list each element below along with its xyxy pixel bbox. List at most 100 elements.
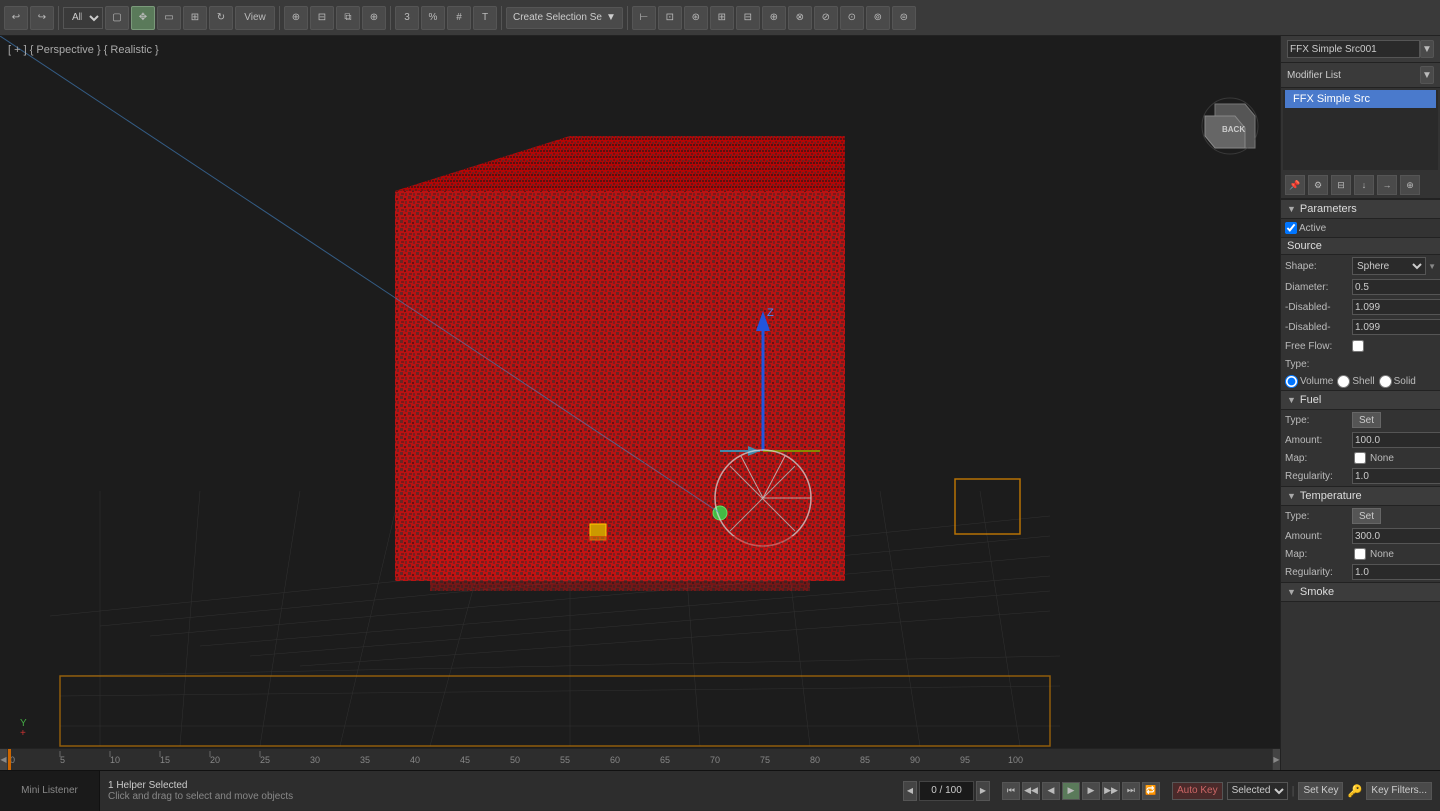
object-name-dropdown[interactable]: ▼ [1420,40,1434,58]
tool-r3[interactable]: ⊛ [684,6,708,30]
disabled2-input[interactable] [1352,319,1440,335]
panel-icon-paste[interactable]: ↓ [1354,175,1374,195]
fuel-set-button[interactable]: Set [1352,412,1381,428]
navigation-cube[interactable]: BACK [1200,96,1260,156]
mini-listener[interactable]: Mini Listener [0,771,100,811]
parameters-collapse[interactable]: ▼ [1287,204,1296,214]
frame-next[interactable]: ▶ [976,781,990,801]
fuel-amount-input[interactable] [1352,432,1440,448]
mode-select[interactable]: All [63,7,103,29]
diameter-input[interactable] [1352,279,1440,295]
smoke-collapse[interactable]: ▼ [1287,587,1296,597]
svg-text:15: 15 [160,755,170,765]
temp-regularity-input[interactable] [1352,564,1440,580]
select-tool[interactable]: ▢ [105,6,129,30]
move-tool[interactable]: ✥ [131,6,155,30]
fuel-regularity-input[interactable] [1352,468,1440,484]
type-shell-label[interactable]: Shell [1337,375,1374,388]
panel-icon-pin[interactable]: 📌 [1285,175,1305,195]
tool-r9[interactable]: ⊙ [840,6,864,30]
tool-3[interactable]: 3 [395,6,419,30]
tool-r4[interactable]: ⊞ [710,6,734,30]
play-prev-frame[interactable]: ◀ [1042,782,1060,800]
type-solid-label[interactable]: Solid [1379,375,1416,388]
temp-map-checkbox[interactable] [1354,548,1366,560]
temperature-collapse[interactable]: ▼ [1287,491,1296,501]
disabled1-input[interactable] [1352,299,1440,315]
fuel-map-checkbox[interactable] [1354,452,1366,464]
svg-text:75: 75 [760,755,770,765]
type-volume-label[interactable]: Volume [1285,375,1333,388]
tool-r2[interactable]: ⊡ [658,6,682,30]
panel-icon-arrow[interactable]: → [1377,175,1397,195]
shape-row: Shape: Sphere Box Cylinder ▼ [1281,255,1440,277]
tool-r6[interactable]: ⊕ [762,6,786,30]
type-solid-radio[interactable] [1379,375,1392,388]
tool-r1[interactable]: ⊢ [632,6,656,30]
diameter-row: Diameter: ▲ ▼ [1281,277,1440,297]
play-loop[interactable]: 🔁 [1142,782,1160,800]
rect-select-tool[interactable]: ▭ [157,6,181,30]
text-tool[interactable]: T [473,6,497,30]
timeline-track[interactable]: ◀ 0 5 10 15 20 25 30 35 40 45 50 55 60 6… [0,749,1280,770]
svg-text:+: + [20,728,26,739]
create-selection-button[interactable]: Create Selection Se ▼ [506,7,623,29]
align-tool[interactable]: ⧉ [336,6,360,30]
object-name-input[interactable] [1287,40,1420,58]
play-start[interactable]: ⏮ [1002,782,1020,800]
panel-icon-add[interactable]: ⊕ [1400,175,1420,195]
timeline-scroll-right[interactable]: ▶ [1272,749,1280,771]
free-flow-checkbox[interactable] [1352,340,1364,352]
active-checkbox[interactable] [1285,222,1297,234]
right-panel: ▼ Modifier List ▼ FFX Simple Src 📌 ⚙ ⊟ ↓… [1280,36,1440,770]
rotate-tool[interactable]: ↻ [209,6,233,30]
orbit-tool[interactable]: ⊕ [284,6,308,30]
redo-button[interactable]: ↪ [30,6,54,30]
frame-input[interactable] [919,781,974,801]
snap-tool[interactable]: ⊟ [310,6,334,30]
hash-tool[interactable]: # [447,6,471,30]
panel-icon-settings[interactable]: ⚙ [1308,175,1328,195]
undo-button[interactable]: ↩ [4,6,28,30]
modifier-list-dropdown[interactable]: ▼ [1420,66,1434,84]
key-filters-button[interactable]: Key Filters... [1366,782,1432,800]
play-next-frame[interactable]: ▶ [1082,782,1100,800]
play-button[interactable]: ▶ [1062,782,1080,800]
fuel-regularity-label: Regularity: [1285,471,1350,482]
view-button[interactable]: View [235,6,275,30]
snap2-tool[interactable]: ⊕ [362,6,386,30]
percent-tool[interactable]: % [421,6,445,30]
source-label: Source [1287,240,1322,252]
scale-tool[interactable]: ⊞ [183,6,207,30]
type-volume-radio[interactable] [1285,375,1298,388]
type-shell-radio[interactable] [1337,375,1350,388]
svg-text:35: 35 [360,755,370,765]
panel-icons-row: 📌 ⚙ ⊟ ↓ → ⊕ [1281,172,1440,199]
selected-dropdown[interactable]: Selected [1227,782,1288,800]
fuel-collapse[interactable]: ▼ [1287,395,1296,405]
tool-r8[interactable]: ⊘ [814,6,838,30]
svg-text:5: 5 [60,755,65,765]
temp-amount-input[interactable] [1352,528,1440,544]
play-end[interactable]: ⏭ [1122,782,1140,800]
modifier-item[interactable]: FFX Simple Src [1285,90,1436,108]
temp-set-button[interactable]: Set [1352,508,1381,524]
play-prev-key[interactable]: ◀◀ [1022,782,1040,800]
shape-select[interactable]: Sphere Box Cylinder [1352,257,1426,275]
set-key-button[interactable]: Set Key [1298,782,1343,800]
tool-r11[interactable]: ⊜ [892,6,916,30]
timeline-scroll-left[interactable]: ◀ [0,749,8,771]
fuel-label: Fuel [1300,394,1321,406]
disabled1-label: -Disabled- [1285,302,1350,313]
auto-key-button[interactable]: Auto Key [1172,782,1223,800]
panel-icon-copy[interactable]: ⊟ [1331,175,1351,195]
frame-prev[interactable]: ◀ [903,781,917,801]
play-next-key[interactable]: ▶▶ [1102,782,1120,800]
svg-text:70: 70 [710,755,720,765]
3d-viewport[interactable]: Z + Y [0,36,1280,770]
tool-r10[interactable]: ⊚ [866,6,890,30]
tool-r7[interactable]: ⊗ [788,6,812,30]
modifier-item-label: FFX Simple Src [1293,93,1370,105]
tool-r5[interactable]: ⊟ [736,6,760,30]
fuel-amount-label: Amount: [1285,435,1350,446]
